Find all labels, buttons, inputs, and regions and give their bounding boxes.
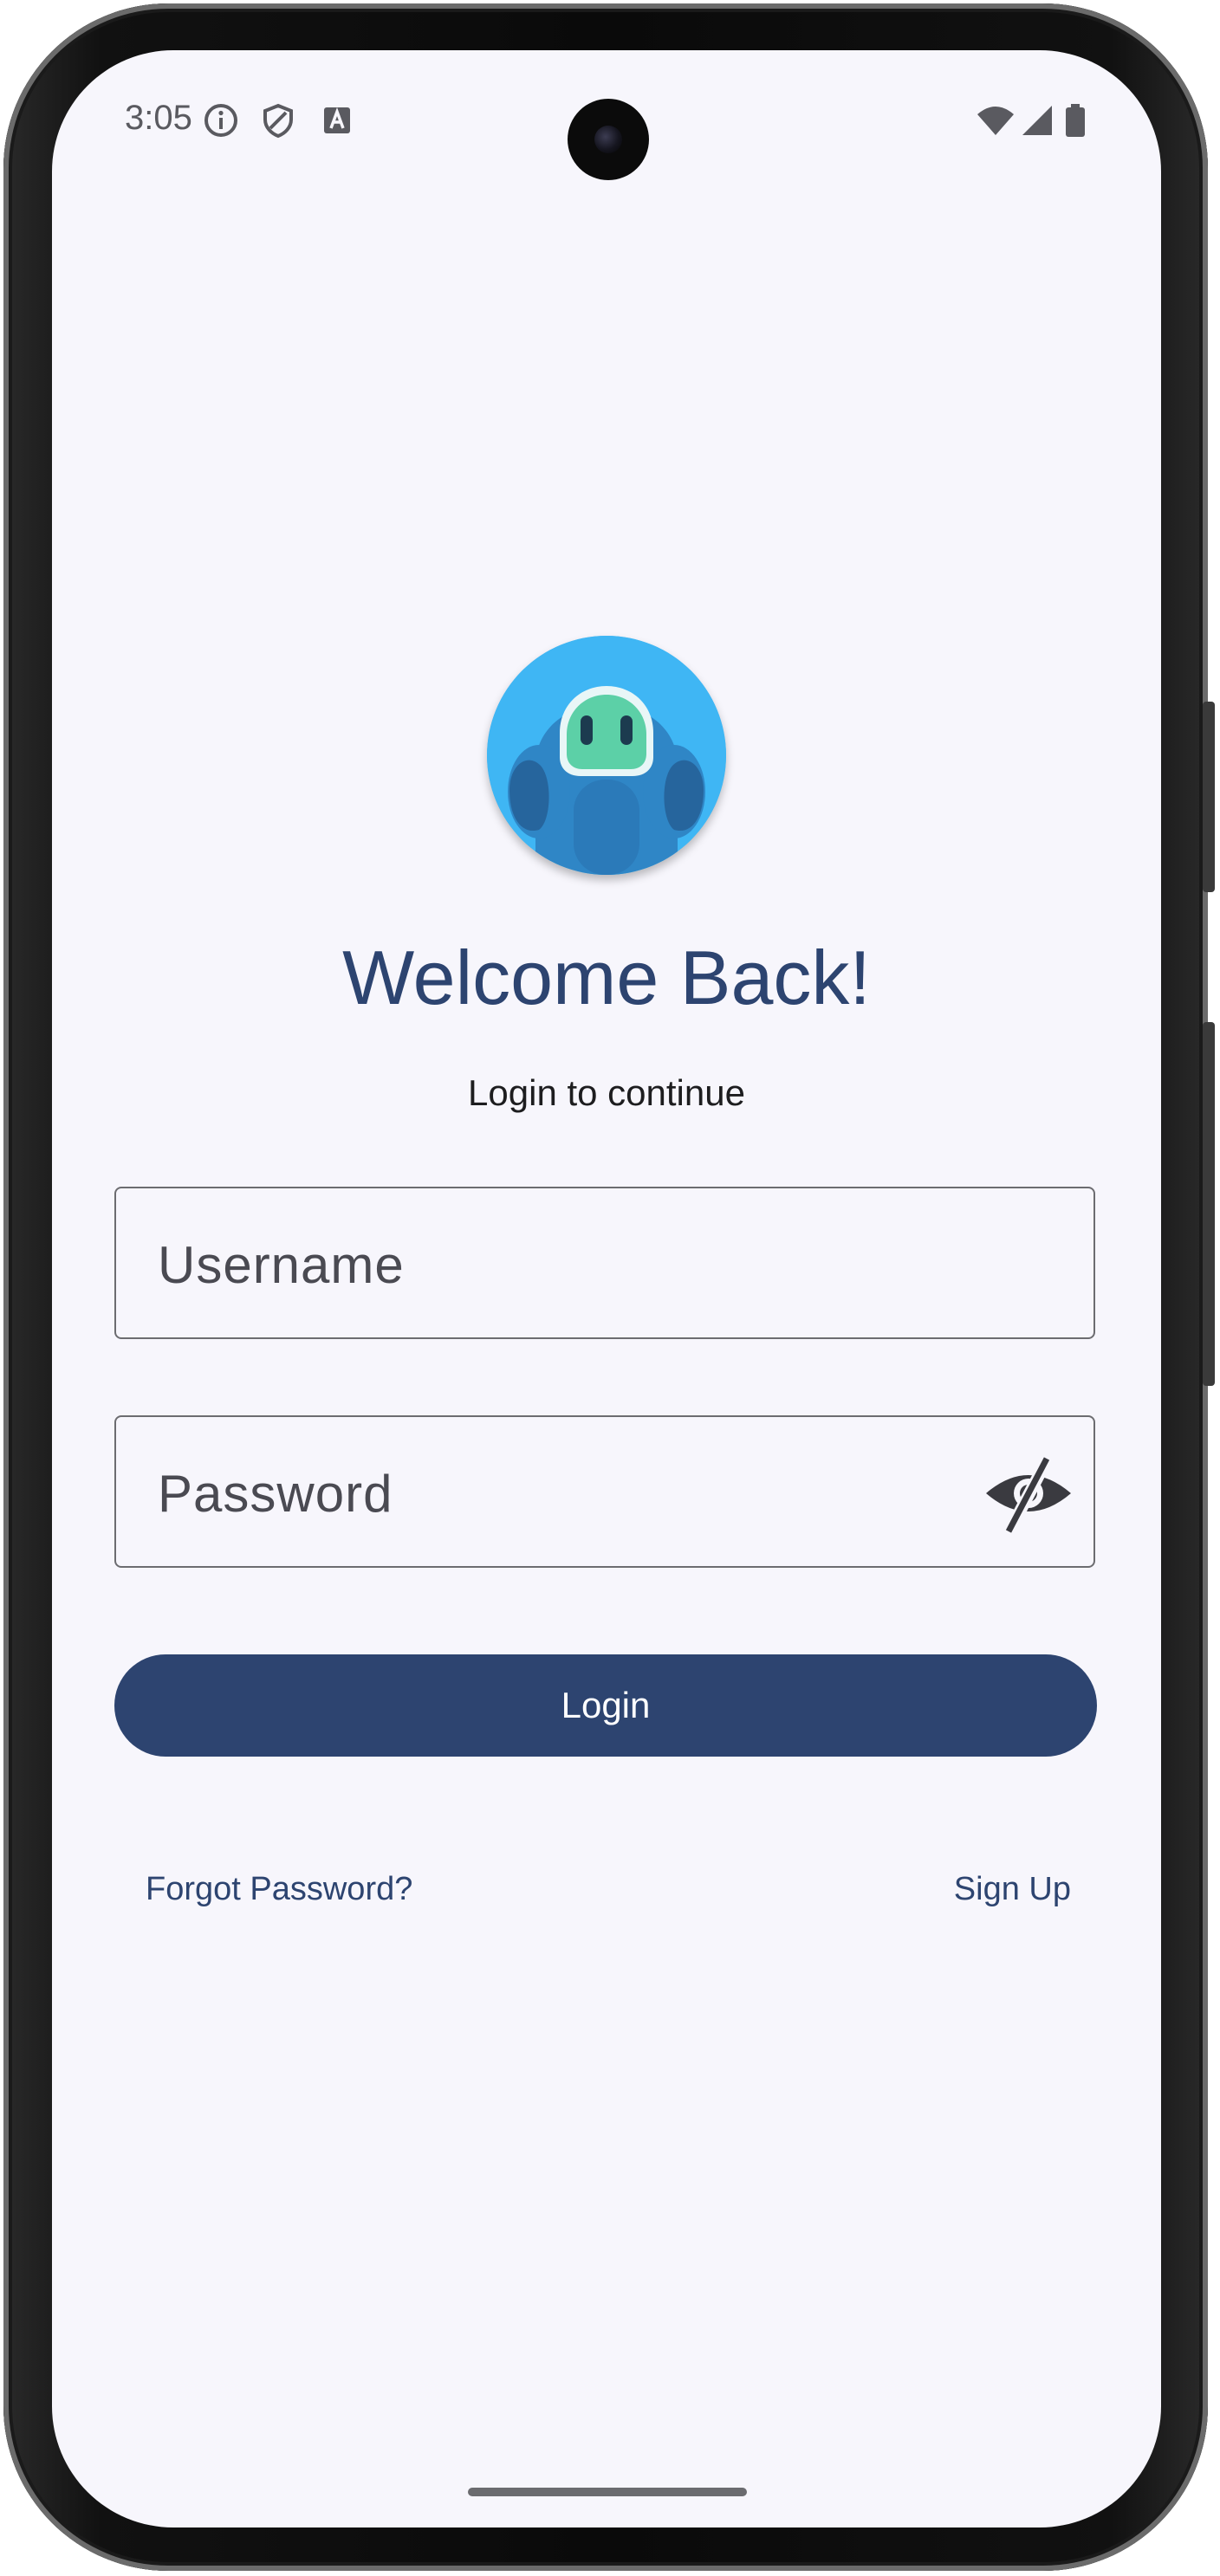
front-camera — [568, 99, 649, 180]
forgot-password-link[interactable]: Forgot Password? — [146, 1871, 412, 1908]
password-placeholder: Password — [158, 1465, 393, 1523]
app-logo — [487, 636, 726, 875]
home-indicator[interactable] — [468, 2488, 747, 2496]
username-placeholder: Username — [158, 1236, 405, 1294]
volume-button — [1203, 1022, 1215, 1386]
status-time: 3:05 — [125, 99, 192, 137]
sign-up-link[interactable]: Sign Up — [954, 1871, 1071, 1908]
signal-icon — [1022, 106, 1052, 135]
shield-icon — [263, 103, 293, 139]
wifi-icon — [977, 107, 1014, 135]
phone-frame: 3:05 Welcome Back! Login to continue Use… — [0, 0, 1220, 2576]
username-field[interactable]: Username — [114, 1187, 1095, 1339]
robot-icon — [487, 636, 726, 875]
eye-off-icon[interactable] — [981, 1450, 1076, 1537]
page-subtitle: Login to continue — [468, 1072, 745, 1113]
app-screen: 3:05 Welcome Back! Login to continue Use… — [52, 50, 1161, 2527]
power-button — [1203, 702, 1215, 892]
text-a-icon — [324, 107, 350, 133]
password-field[interactable]: Password — [114, 1415, 1095, 1568]
login-button[interactable]: Login — [114, 1654, 1097, 1757]
info-icon — [204, 104, 237, 137]
battery-icon — [1066, 104, 1085, 137]
page-title: Welcome Back! — [342, 935, 871, 1020]
